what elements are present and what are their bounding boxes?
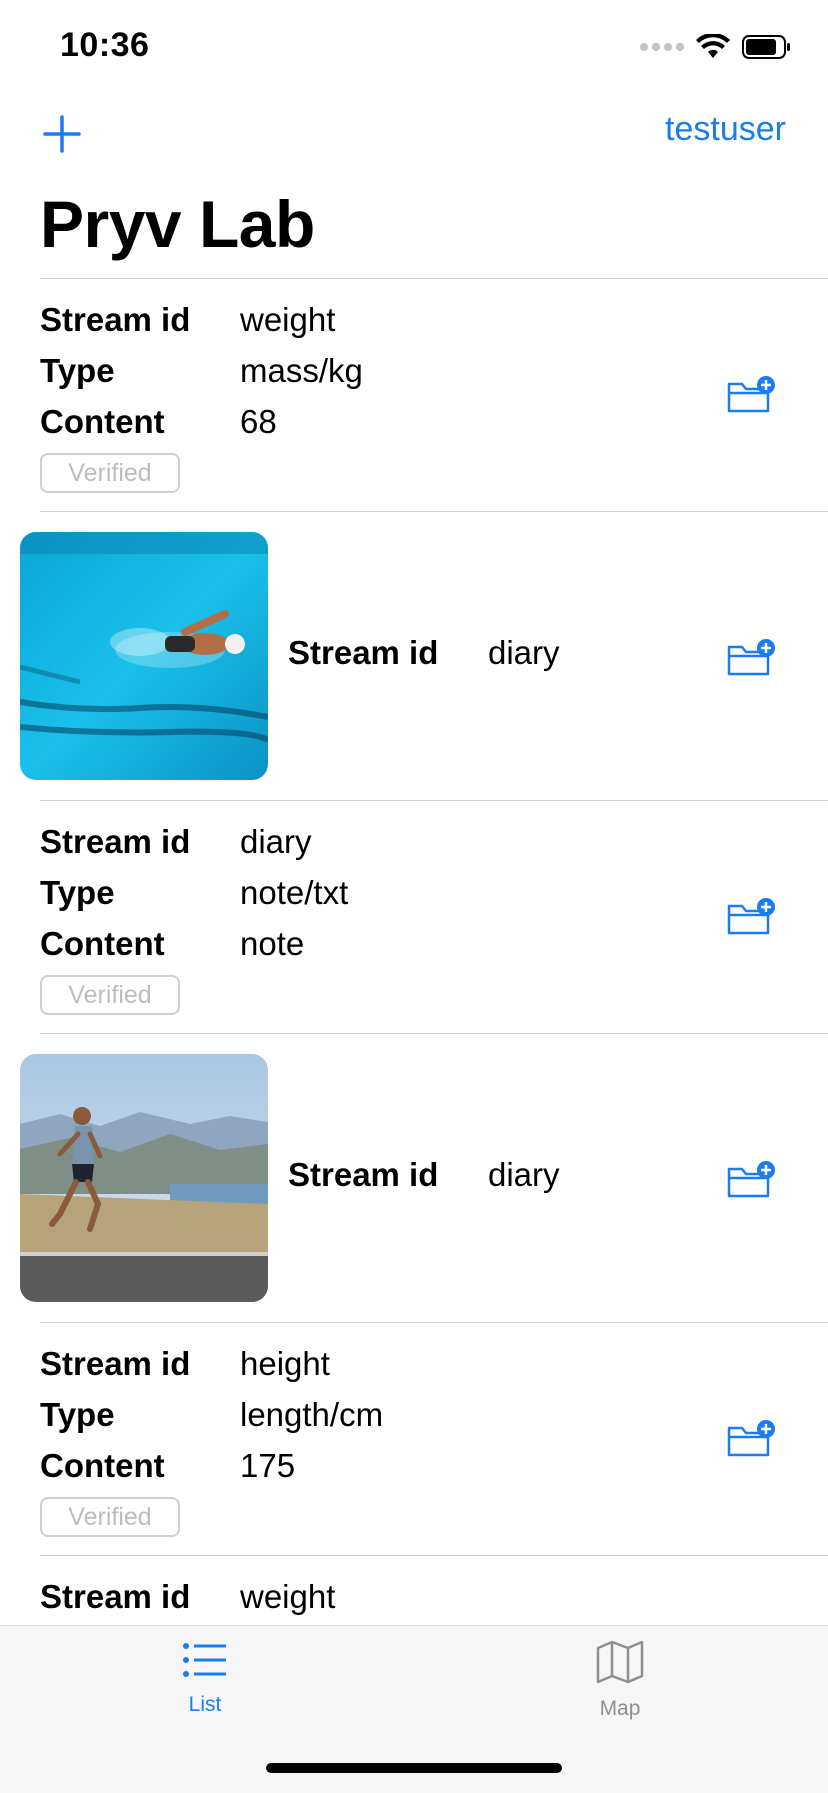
tab-list-label: List [188,1693,222,1716]
battery-icon [742,35,790,59]
stream-id-line: Stream id height [40,1338,330,1389]
stream-id-label: Stream id [40,1345,191,1382]
list-item[interactable]: Stream id height Type length/cm Content 175… [40,1322,828,1555]
tab-map-label: Map [599,1697,641,1720]
verified-badge: Verified [40,453,180,493]
content-line: Content 68 [40,396,277,447]
stream-id-value: diary [240,823,312,860]
add-to-folder-button[interactable] [726,897,776,937]
stream-id-label: Stream id [40,823,191,860]
stream-id-value: weight [240,301,336,338]
user-button[interactable]: testuser [665,110,786,149]
stream-id-line: Stream id weight [40,294,335,345]
stream-id-value: diary [488,1156,560,1193]
cellular-signal-icon [640,43,684,51]
stream-id-label: Stream id [288,1156,439,1193]
content-label: Content [40,1447,165,1484]
folder-add-icon [727,1161,775,1198]
type-value: note/txt [240,874,349,911]
stream-id-line: Stream id diary [288,627,560,678]
content-value: 68 [240,403,277,440]
tab-map[interactable]: Map [520,1640,720,1721]
home-indicator [266,1763,562,1773]
list-item[interactable]: Stream id diary [20,511,828,800]
type-line: Type mass/kg [40,345,363,396]
list-item[interactable]: Stream id weight [40,1555,828,1636]
add-to-folder-button[interactable] [726,638,776,678]
status-bar: 10:36 [0,0,828,100]
stream-id-label: Stream id [40,301,191,338]
stream-id-line: Stream id weight [40,1571,335,1622]
list-item[interactable]: Stream id diary Type note/txt Content note … [40,800,828,1033]
verified-badge: Verified [40,975,180,1015]
plus-icon [43,115,81,153]
runner-photo [20,1054,268,1302]
page-title: Pryv Lab [40,187,315,261]
navigation-bar: testuser [0,100,828,180]
list-icon [183,1643,226,1677]
type-label: Type [40,352,115,389]
type-label: Type [40,1396,115,1433]
content-line: Content 175 [40,1440,295,1491]
wifi-icon [696,34,730,58]
swimmer-photo [20,532,268,780]
tab-list[interactable]: List [105,1640,305,1717]
folder-add-icon [727,376,775,413]
status-time: 10:36 [60,26,150,64]
content-value: note [240,925,305,962]
type-line: Type note/txt [40,867,348,918]
stream-id-value: height [240,1345,330,1382]
content-label: Content [40,403,165,440]
list-item[interactable]: Stream id diary [20,1033,828,1322]
folder-add-icon [727,1420,775,1457]
add-to-folder-button[interactable] [726,375,776,415]
stream-id-line: Stream id diary [288,1149,560,1200]
content-label: Content [40,925,165,962]
status-icons [640,34,792,60]
event-list[interactable]: Stream id weight Type mass/kg Content 68 Ve… [0,278,828,1636]
type-label: Type [40,874,115,911]
add-to-folder-button[interactable] [726,1160,776,1200]
add-event-button[interactable] [38,110,86,158]
stream-id-label: Stream id [288,634,439,671]
folder-add-icon [727,639,775,676]
add-to-folder-button[interactable] [726,1419,776,1459]
stream-id-label: Stream id [40,1578,191,1615]
content-value: 175 [240,1447,296,1484]
content-line: Content note [40,918,304,969]
type-value: mass/kg [240,352,363,389]
type-line: Type length/cm [40,1389,383,1440]
type-value: length/cm [240,1396,384,1433]
stream-id-line: Stream id diary [40,816,312,867]
folder-add-icon [727,898,775,935]
list-item[interactable]: Stream id weight Type mass/kg Content 68 Ve… [40,278,828,511]
map-icon [596,1640,644,1684]
verified-badge: Verified [40,1497,180,1537]
stream-id-value: diary [488,634,560,671]
stream-id-value: weight [240,1578,336,1615]
